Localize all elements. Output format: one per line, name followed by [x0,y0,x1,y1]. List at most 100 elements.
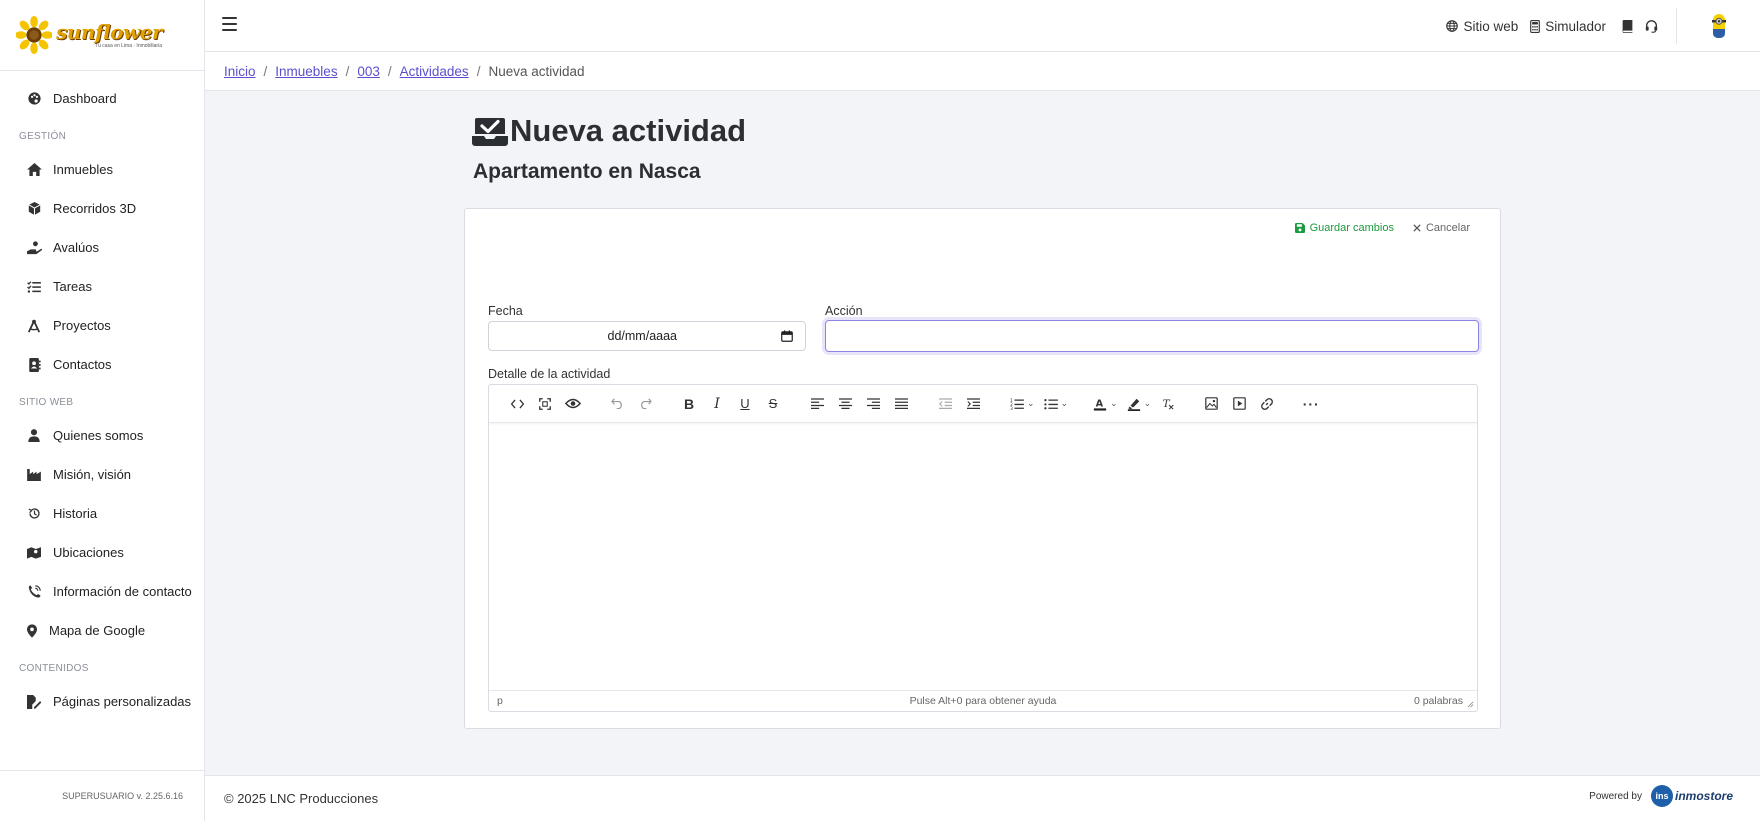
redo-icon[interactable] [631,392,659,416]
close-icon [1413,224,1421,232]
outdent-icon[interactable] [931,392,959,416]
svg-text:T: T [1162,398,1170,410]
more-options-icon[interactable]: ··· [1297,392,1325,416]
industry-icon [24,468,44,482]
breadcrumb-link-property[interactable]: 003 [357,64,380,79]
sidebar-item-dashboard[interactable]: Dashboard [0,79,204,118]
fullscreen-icon[interactable] [531,392,559,416]
hamburger-menu-icon[interactable] [222,17,237,31]
breadcrumb-link-inicio[interactable]: Inicio [224,64,256,79]
logo-area: sunflower Tu casa en Lima · Inmobiliaria [0,0,204,71]
help-hint: Pulse Alt+0 para obtener ayuda [909,695,1057,707]
sidebar-item-label: Dashboard [53,91,117,106]
clear-formatting-icon[interactable]: T [1153,392,1181,416]
insert-image-icon[interactable] [1197,392,1225,416]
sidebar-item-historia[interactable]: Historia [0,494,204,533]
breadcrumb: Inicio / Inmuebles / 003 / Actividades /… [205,52,1760,91]
simulador-link[interactable]: Simulador [1530,19,1606,34]
manual-book-icon[interactable] [1622,19,1633,33]
sidebar-item-proyectos[interactable]: Proyectos [0,306,204,345]
breadcrumb-current: Nueva actividad [488,63,585,79]
card-actions: Guardar cambios Cancelar [1294,222,1470,234]
nav-section-sitio-web: SITIO WEB [19,396,74,408]
align-right-icon[interactable] [859,392,887,416]
hand-coin-icon [24,240,44,255]
sidebar-item-mapa-google[interactable]: Mapa de Google [0,611,204,650]
align-justify-icon[interactable] [887,392,915,416]
chevron-down-icon[interactable]: ⌄ [1027,398,1035,409]
breadcrumb-link-inmuebles[interactable]: Inmuebles [275,64,337,79]
phone-icon [24,585,44,599]
sidebar-item-recorridos-3d[interactable]: Recorridos 3D [0,189,204,228]
svg-text:A: A [1096,398,1104,409]
address-book-icon [24,357,44,372]
cancel-button[interactable]: Cancelar [1413,222,1470,234]
sidebar-item-avaluos[interactable]: Avalúos [0,228,204,267]
sidebar-item-ubicaciones[interactable]: Ubicaciones [0,533,204,572]
breadcrumb-link-actividades[interactable]: Actividades [400,64,469,79]
fecha-value: dd/mm/aaaa [607,329,677,343]
sitio-web-link[interactable]: Sitio web [1446,19,1518,34]
inbox-check-icon [472,116,508,146]
undo-icon[interactable] [603,392,631,416]
sidebar-item-label: Proyectos [53,318,111,333]
breadcrumb-separator: / [387,63,392,79]
topbar-right: Sitio web Simulador [1434,0,1760,52]
brand-logo[interactable]: sunflower Tu casa en Lima · Inmobiliaria [16,13,162,57]
sidebar-item-paginas-personalizadas[interactable]: Páginas personalizadas [0,682,204,721]
resize-handle-icon[interactable] [1467,701,1474,708]
accion-input[interactable] [825,320,1479,352]
align-center-icon[interactable] [831,392,859,416]
simulador-label: Simulador [1545,18,1606,34]
floppy-disk-icon [1294,223,1305,233]
sidebar-item-label: Quienes somos [53,428,144,443]
sidebar-item-contactos[interactable]: Contactos [0,345,204,384]
sidebar-item-informacion-contacto[interactable]: Información de contacto [0,572,204,611]
fecha-date-input[interactable]: dd/mm/aaaa [488,321,806,351]
calculator-icon [1530,19,1541,33]
underline-icon[interactable]: U [731,392,759,416]
user-avatar[interactable] [1677,12,1760,40]
sidebar-item-tareas[interactable]: Tareas [0,267,204,306]
inmostore-logo-text: inmostore [1674,789,1733,803]
chevron-down-icon[interactable]: ⌄ [1110,398,1118,409]
map-location-icon [24,546,44,560]
insert-link-icon[interactable] [1253,392,1281,416]
version-label: SUPERUSUARIO v. 2.25.6.16 [62,791,183,801]
breadcrumb-separator: / [263,63,268,79]
sidebar-item-inmuebles[interactable]: Inmuebles [0,150,204,189]
inmostore-logo[interactable]: ins inmostore [1650,785,1733,807]
source-code-icon[interactable] [503,392,531,416]
sunflower-icon [16,16,53,54]
editor-toolbar: B I U S 1 2 3 ⌄ ⌄ A ⌄ ⌄ T ··· [489,385,1477,423]
chevron-down-icon[interactable]: ⌄ [1061,398,1069,409]
save-button[interactable]: Guardar cambios [1294,222,1394,234]
copyright-text: © 2025 LNC Producciones [224,791,379,806]
sidebar-item-quienes-somos[interactable]: Quienes somos [0,416,204,455]
cancel-button-label: Cancelar [1425,222,1470,234]
strikethrough-icon[interactable]: S [759,392,787,416]
minion-avatar-icon [1711,14,1726,38]
sidebar-item-mision-vision[interactable]: Misión, visión [0,455,204,494]
editor-content-area[interactable] [489,423,1477,685]
indent-icon[interactable] [959,392,987,416]
home-icon [24,163,44,177]
sidebar-item-label: Información de contacto [53,584,192,599]
sidebar-item-label: Páginas personalizadas [53,694,192,709]
insert-media-icon[interactable] [1225,392,1253,416]
sitio-web-label: Sitio web [1463,18,1519,34]
logo-brand-text: sunflower [56,19,162,44]
chevron-down-icon[interactable]: ⌄ [1144,398,1152,409]
align-left-icon[interactable] [803,392,831,416]
calendar-icon[interactable] [781,330,793,342]
preview-eye-icon[interactable] [559,392,587,416]
detalle-label: Detalle de la actividad [488,367,611,381]
sidebar-item-label: Avalúos [53,240,100,255]
support-headset-icon[interactable] [1645,19,1658,33]
italic-icon[interactable]: I [703,392,731,416]
cube-icon [24,202,44,216]
compass-icon [24,319,44,333]
bold-icon[interactable]: B [675,392,703,416]
powered-by: Powered by ins inmostore [1589,785,1733,807]
save-button-label: Guardar cambios [1309,222,1394,234]
